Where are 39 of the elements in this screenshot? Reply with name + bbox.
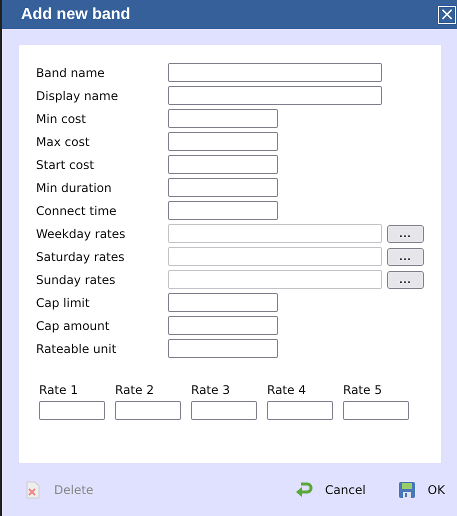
rate-label: Rate 2: [115, 383, 155, 397]
field-label: Band name: [36, 66, 106, 80]
ok-button[interactable]: OK: [398, 480, 445, 498]
rate-input[interactable]: [191, 401, 257, 420]
rate-label: Rate 4: [267, 383, 307, 397]
input-field[interactable]: [168, 201, 278, 220]
rate-input[interactable]: [267, 401, 333, 420]
field-label: Weekday rates: [36, 226, 126, 240]
field-label: Sunday rates: [36, 272, 116, 286]
field-label: Display name: [36, 88, 120, 102]
input-field[interactable]: [168, 63, 382, 82]
field-label: Connect time: [36, 204, 118, 218]
window-title: Add new band: [21, 6, 130, 24]
input-field[interactable]: [168, 155, 278, 174]
return-arrow-icon: [295, 482, 314, 498]
field-label: Saturday rates: [36, 250, 126, 264]
rate-input[interactable]: [115, 401, 181, 420]
rate-input[interactable]: [343, 401, 409, 420]
rate-label: Rate 1: [39, 383, 79, 397]
delete-icon: [24, 480, 42, 498]
field-label: Cap amount: [36, 318, 110, 332]
field-label: Rateable unit: [36, 342, 118, 356]
input-field[interactable]: [168, 293, 278, 312]
field-label: Min cost: [36, 112, 88, 126]
input-field[interactable]: [168, 132, 278, 151]
field-label: Cap limit: [36, 296, 91, 310]
field-label: Min duration: [36, 180, 113, 194]
input-field[interactable]: [168, 86, 382, 105]
input-field[interactable]: [168, 316, 278, 335]
field-label: Max cost: [36, 134, 91, 148]
rate-label: Rate 3: [191, 383, 231, 397]
input-field[interactable]: [168, 109, 278, 128]
cancel-button[interactable]: Cancel: [295, 482, 366, 498]
input-field[interactable]: [168, 178, 278, 197]
close-button[interactable]: ×: [438, 6, 456, 24]
input-field[interactable]: [168, 339, 278, 358]
field-label: Start cost: [36, 158, 96, 172]
rate-input[interactable]: [39, 401, 105, 420]
rate-label: Rate 5: [343, 383, 383, 397]
